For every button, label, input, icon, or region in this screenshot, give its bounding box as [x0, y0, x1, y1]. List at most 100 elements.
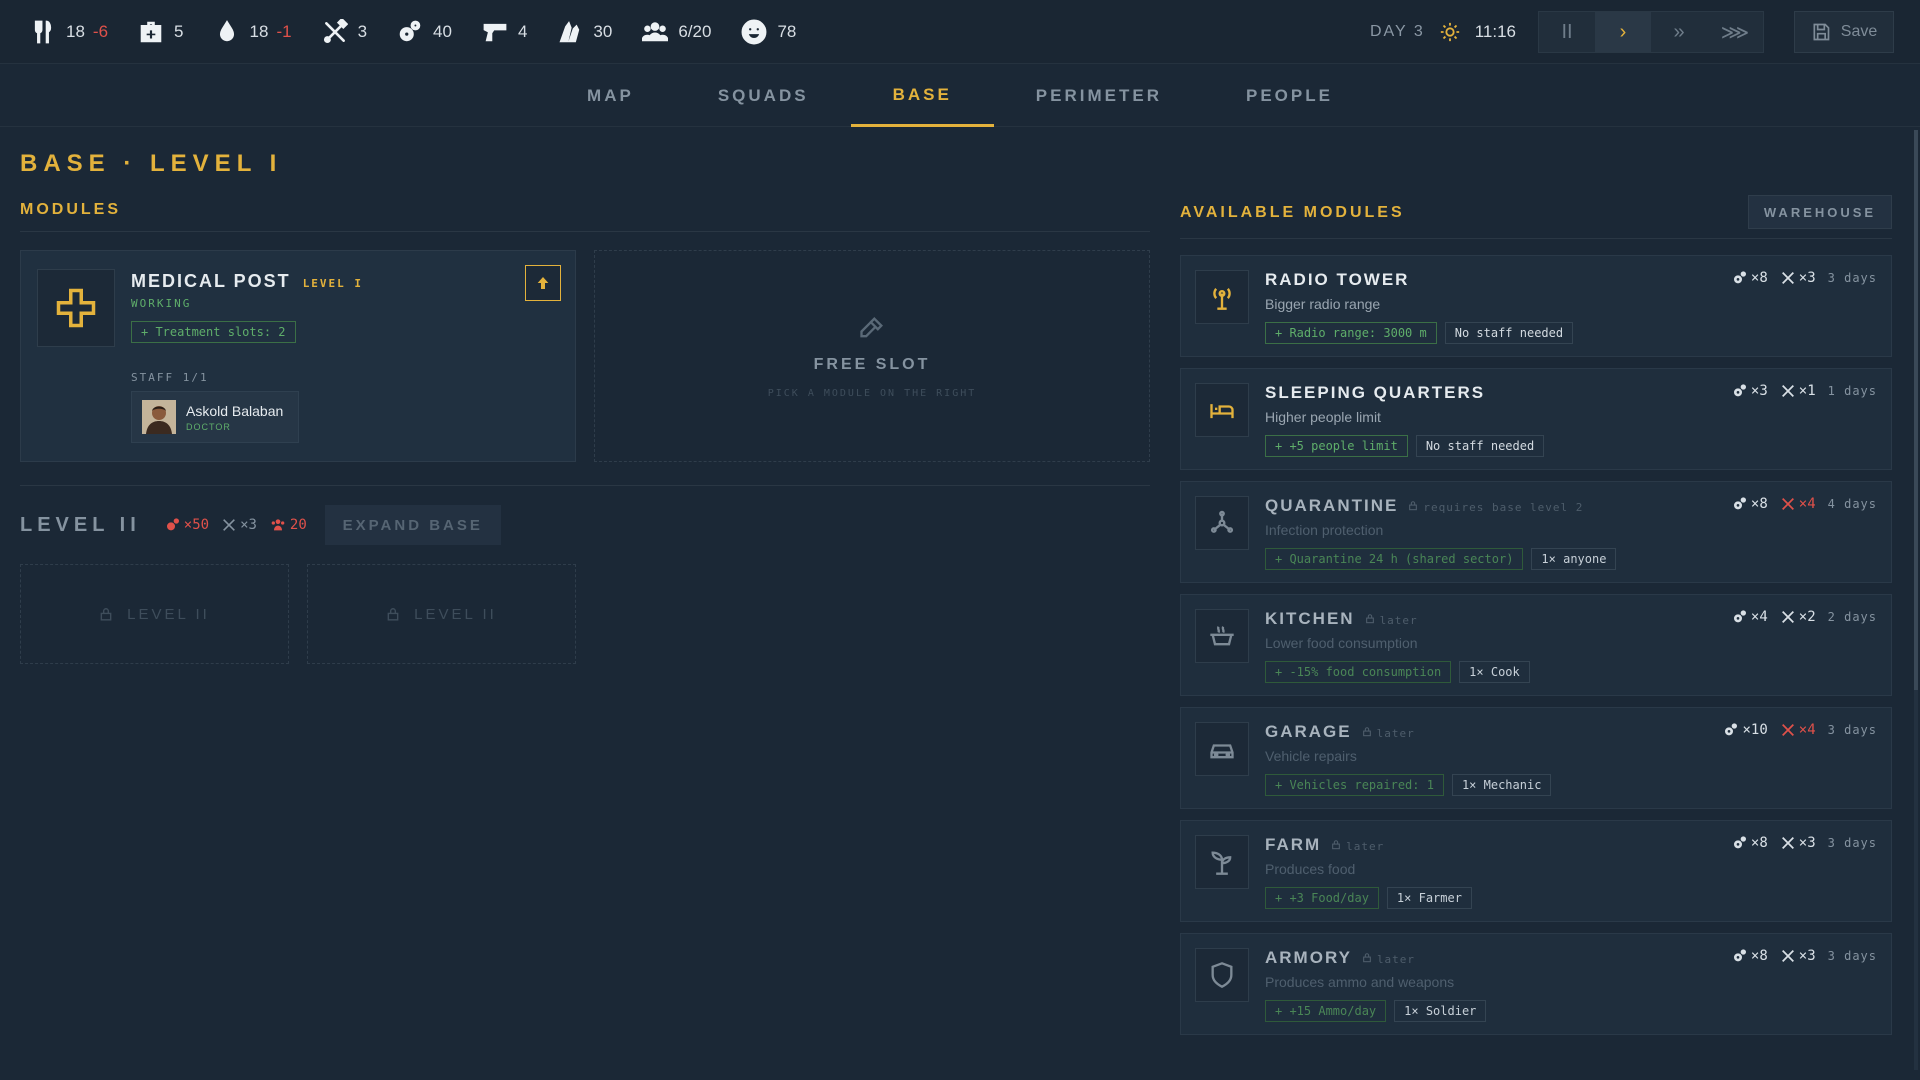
radio-tower-icon [1213, 288, 1231, 310]
people-icon [271, 519, 285, 531]
module-option-kitchen[interactable]: KITCHEN later Lower food consumption + -1… [1180, 594, 1892, 696]
staff-card[interactable]: Askold Balaban DOCTOR [131, 391, 299, 443]
tab-squads[interactable]: SQUADS [676, 65, 851, 127]
module-level: LEVEL I [302, 277, 364, 290]
pause-button[interactable]: II [1539, 12, 1595, 52]
tools-icon [223, 519, 235, 531]
fastest-button[interactable]: ⋙ [1707, 12, 1763, 52]
module-option-farm[interactable]: FARM later Produces food + +3 Food/day 1×… [1180, 820, 1892, 922]
module-option-cost: ×8 ×3 3 days [1720, 835, 1877, 851]
scrollbar-thumb[interactable] [1914, 130, 1918, 690]
module-option-parts: ×3 [1750, 383, 1768, 399]
module-option-title: GARAGE [1265, 722, 1352, 741]
module-option-bonus: + -15% food consumption [1265, 661, 1452, 683]
morale-icon [741, 19, 767, 44]
module-option-days: 4 days [1827, 497, 1877, 511]
lock-icon [1409, 501, 1418, 511]
level2-title: LEVEL II [20, 513, 141, 536]
module-option-parts: ×8 [1750, 270, 1768, 286]
available-divider [1180, 238, 1892, 239]
tab-map[interactable]: MAP [545, 65, 676, 127]
staff-role: DOCTOR [186, 421, 231, 432]
parts-icon [1733, 836, 1746, 849]
module-option-staff: 1× Farmer [1386, 887, 1472, 909]
module-option-days: 3 days [1827, 836, 1877, 850]
warehouse-button[interactable]: WAREHOUSE [1748, 195, 1892, 229]
parts-icon [1733, 949, 1746, 962]
module-option-bonus: + +15 Ammo/day [1265, 1000, 1387, 1022]
tools-icon [1781, 611, 1794, 623]
medical-post-icon-box [37, 269, 115, 347]
module-option-bonus: + +3 Food/day [1265, 887, 1379, 909]
sun-icon [1440, 22, 1459, 42]
biohazard-icon [1210, 510, 1234, 533]
ammo-icon [559, 20, 580, 42]
morale-value: 78 [777, 21, 797, 41]
parts-icon [1733, 497, 1746, 510]
gun-icon [483, 23, 507, 41]
level-divider [20, 485, 1150, 486]
resource-food: 18 -6 [30, 19, 108, 45]
fast-forward-button[interactable]: » [1651, 12, 1707, 52]
module-option-days: 2 days [1827, 610, 1877, 624]
module-name: MEDICAL POST [131, 271, 291, 291]
module-option-lock-text: later [1376, 727, 1415, 740]
free-slot[interactable]: FREE SLOT PICK A MODULE ON THE RIGHT [594, 250, 1150, 462]
module-option-title: RADIO TOWER [1265, 270, 1410, 289]
medical-post-card[interactable]: MEDICAL POST LEVEL I WORKING + Treatment… [20, 250, 576, 462]
module-option-title: KITCHEN [1265, 609, 1355, 628]
module-option-days: 3 days [1827, 271, 1877, 285]
tab-people[interactable]: PEOPLE [1204, 65, 1375, 127]
day-label: DAY 3 [1369, 23, 1425, 40]
modules-heading: MODULES [20, 201, 121, 218]
page-title: BASE · LEVEL I [20, 150, 283, 177]
play-button[interactable]: › [1595, 12, 1651, 52]
tools-icon [323, 18, 348, 43]
module-option-staff: 1× Soldier [1394, 1000, 1487, 1022]
water-icon [219, 19, 234, 41]
locked-slot: LEVEL II [20, 564, 289, 664]
save-button[interactable]: Save [1794, 11, 1894, 53]
module-option-sleeping-quarters[interactable]: SLEEPING QUARTERS Higher people limit + … [1180, 368, 1892, 470]
pot-icon [1210, 626, 1234, 646]
module-option-parts: ×10 [1742, 722, 1768, 738]
module-option-quarantine[interactable]: QUARANTINE requires base level 2 Infectio… [1180, 481, 1892, 583]
expand-base-button[interactable]: EXPAND BASE [324, 505, 501, 545]
tab-perimeter[interactable]: PERIMETER [994, 65, 1204, 127]
module-option-lock-text: later [1379, 614, 1418, 627]
scrollbar[interactable] [1914, 130, 1918, 1070]
medkit-value: 5 [174, 21, 184, 41]
module-option-desc: Infection protection [1265, 522, 1384, 538]
module-option-lock: later [1362, 727, 1415, 740]
food-value: 18 [66, 21, 85, 41]
module-option-desc: Higher people limit [1265, 409, 1381, 425]
time-controls: DAY 3 11:16 II › » ⋙ Save [1370, 11, 1894, 53]
car-icon [1210, 744, 1234, 759]
module-option-garage[interactable]: GARAGE later Vehicle repairs + Vehicles r… [1180, 707, 1892, 809]
module-option-parts: ×8 [1750, 496, 1768, 512]
shield-icon [1211, 962, 1233, 988]
avatar [142, 400, 176, 434]
module-option-icon-box [1195, 496, 1249, 550]
module-option-parts: ×8 [1750, 948, 1768, 964]
tools-icon [1781, 950, 1794, 962]
level2-cost-people: 20 [289, 517, 307, 533]
tab-base[interactable]: BASE [850, 65, 994, 127]
locked-slot-label: LEVEL II [414, 605, 497, 623]
people-icon [642, 21, 669, 41]
parts-icon [1733, 271, 1746, 284]
module-option-armory[interactable]: ARMORY later Produces ammo and weapons + … [1180, 933, 1892, 1035]
module-option-radio-tower[interactable]: RADIO TOWER Bigger radio range + Radio r… [1180, 255, 1892, 357]
module-option-lock-text: later [1376, 953, 1416, 966]
upgrade-button[interactable] [525, 265, 561, 301]
tools-icon [1781, 498, 1794, 510]
module-option-days: 3 days [1827, 723, 1877, 737]
module-option-bonus: + +5 people limit [1265, 435, 1408, 457]
hammer-icon [860, 316, 883, 337]
ammo-value: 30 [593, 21, 613, 41]
module-option-cost: ×8 ×3 3 days [1720, 270, 1877, 286]
module-option-desc: Lower food consumption [1265, 635, 1418, 651]
floppy-icon [1813, 23, 1830, 41]
available-heading: AVAILABLE MODULES [1180, 204, 1405, 221]
module-option-icon-box [1195, 609, 1249, 663]
